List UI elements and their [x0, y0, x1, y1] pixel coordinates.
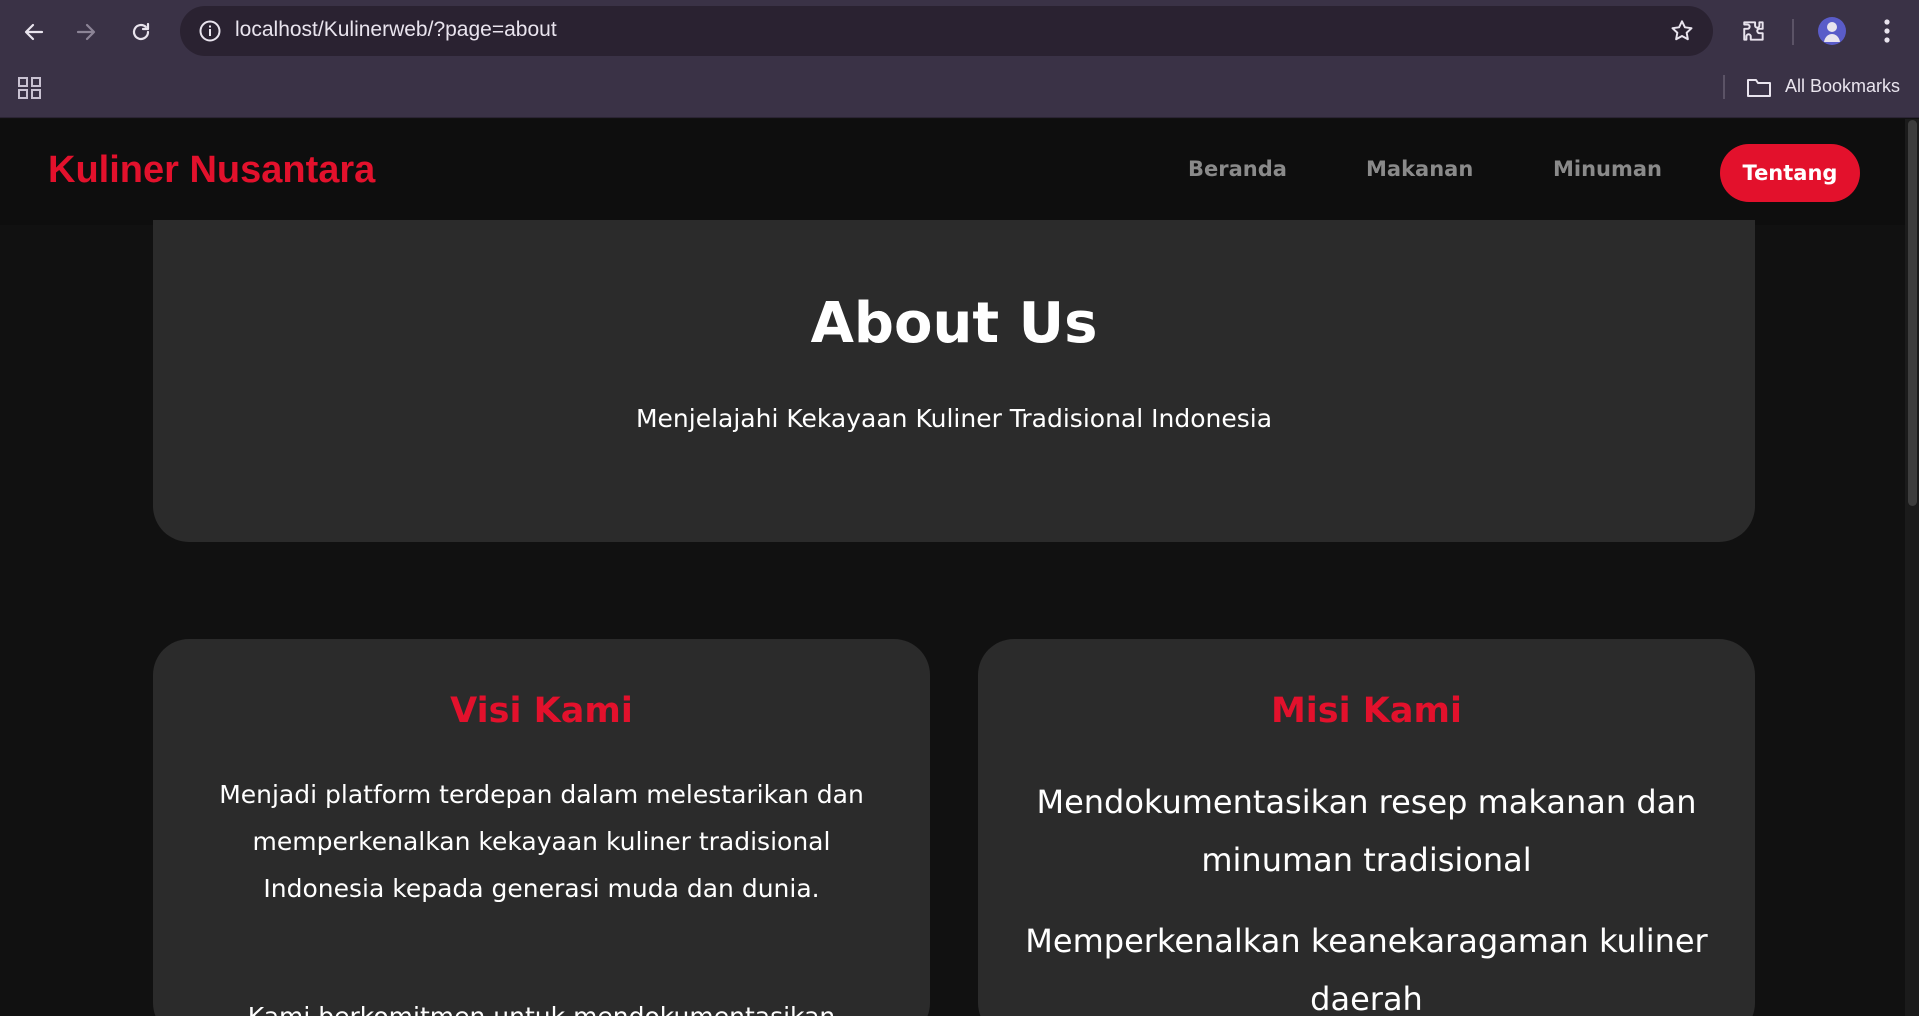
forward-icon[interactable] — [66, 12, 106, 52]
nav-link-beranda[interactable]: Beranda — [1188, 157, 1287, 181]
back-icon[interactable] — [14, 12, 54, 52]
site-header: Kuliner Nusantara Beranda Makanan Minuma… — [0, 119, 1905, 225]
bookmark-star-icon[interactable] — [1669, 18, 1695, 44]
mission-title: Misi Kami — [1270, 691, 1463, 731]
mission-card: Misi Kami Mendokumentasikan resep makana… — [978, 639, 1755, 1016]
mission-item: Memperkenalkan keanekaragaman kuliner da… — [1025, 922, 1708, 1016]
nav-link-tentang[interactable]: Tentang — [1720, 144, 1860, 202]
mission-item: Mendokumentasikan resep makanan dan minu… — [1036, 783, 1697, 879]
menu-kebab-icon[interactable] — [1870, 14, 1904, 48]
vision-text: Menjadi platform terdepan dalam melestar… — [219, 780, 864, 903]
bookmarks-divider — [1723, 75, 1725, 99]
profile-avatar-icon[interactable] — [1815, 14, 1849, 48]
nav-link-makanan[interactable]: Makanan — [1366, 157, 1473, 181]
site-logo-text[interactable]: Kuliner Nusantara — [48, 149, 375, 192]
page-subtitle: Menjelajahi Kekayaan Kuliner Tradisional… — [635, 404, 1273, 433]
nav-link-minuman[interactable]: Minuman — [1553, 157, 1662, 181]
browser-toolbar: localhost/Kulinerweb/?page=about — [0, 0, 1919, 62]
bookmarks-bar — [0, 62, 1919, 118]
address-bar[interactable]: localhost/Kulinerweb/?page=about — [180, 6, 1713, 56]
folder-icon[interactable] — [1746, 75, 1774, 101]
url-text[interactable]: localhost/Kulinerweb/?page=about — [235, 18, 557, 42]
vision-text-continued: Kami berkomitmen untuk mendokumentasikan — [205, 993, 878, 1016]
vision-card: Visi Kami Menjadi platform terdepan dala… — [153, 639, 930, 1016]
toolbar-divider — [1792, 19, 1794, 45]
apps-grid-icon[interactable] — [17, 75, 45, 103]
vision-title: Visi Kami — [450, 691, 633, 731]
site-info-icon[interactable] — [198, 19, 222, 43]
reload-icon[interactable] — [121, 12, 161, 52]
page-title: About Us — [810, 291, 1098, 356]
all-bookmarks-label[interactable]: All Bookmarks — [1785, 76, 1900, 97]
about-hero-card: About Us Menjelajahi Kekayaan Kuliner Tr… — [153, 220, 1755, 542]
extensions-icon[interactable] — [1737, 14, 1771, 48]
page-scrollbar-thumb[interactable] — [1908, 120, 1917, 506]
